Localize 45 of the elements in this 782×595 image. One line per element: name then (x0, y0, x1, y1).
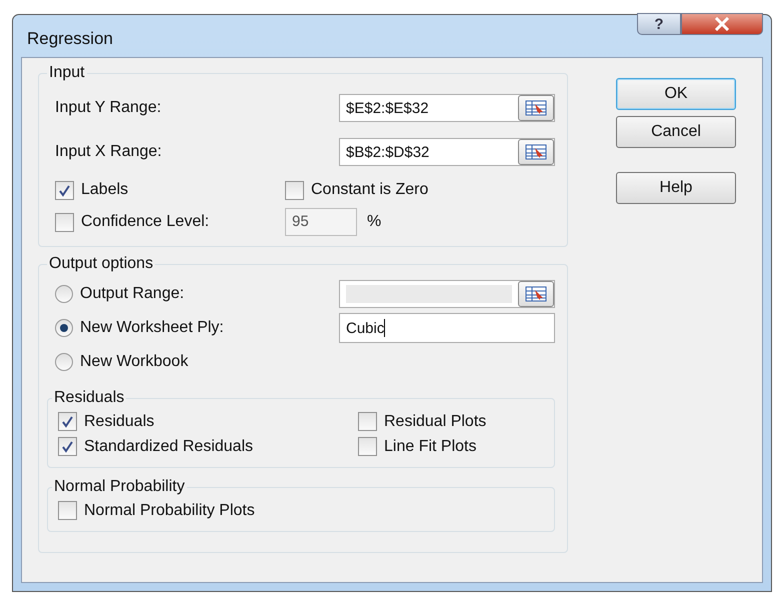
checkbox[interactable] (55, 180, 74, 200)
group-label: Output options (48, 255, 154, 273)
checkbox[interactable] (58, 437, 77, 456)
radio-button[interactable] (55, 319, 73, 337)
radio-label: New Worksheet Ply: (80, 319, 224, 337)
collapse-dialog-icon (525, 286, 547, 302)
range-field[interactable]: $E$2:$E$32 (339, 94, 555, 122)
radio-label: Output Range: (80, 285, 184, 303)
percent-label: % (367, 213, 382, 231)
radio-button[interactable] (55, 353, 73, 371)
dialog-button[interactable]: Help (616, 172, 736, 204)
close-button[interactable] (681, 13, 763, 35)
check-icon (58, 184, 71, 196)
checkbox-label: Residual Plots (384, 412, 486, 430)
close-icon (714, 17, 730, 31)
checkbox[interactable] (58, 501, 77, 520)
checkbox[interactable] (358, 437, 377, 456)
checkbox-label: Standardized Residuals (84, 438, 253, 456)
group-label: Input (48, 64, 86, 82)
window-title: Regression (26, 28, 113, 49)
group-label: Residuals (53, 389, 126, 407)
range-field[interactable]: $B$2:$D$32 (339, 138, 555, 166)
checkbox[interactable] (285, 180, 304, 200)
checkbox[interactable] (58, 412, 77, 431)
range-label: Input Y Range: (55, 99, 162, 117)
dialog-button[interactable]: Cancel (616, 116, 736, 148)
checkbox-label: Labels (81, 181, 128, 199)
collapse-dialog-icon (525, 144, 547, 160)
check-icon (61, 440, 74, 453)
checkbox-label: Residuals (84, 412, 154, 430)
checkbox-label: Line Fit Plots (384, 438, 476, 456)
help-button[interactable]: ? (637, 13, 681, 35)
range-picker-button[interactable] (518, 95, 554, 121)
radio-label: New Workbook (80, 353, 188, 371)
checkbox-label: Constant is Zero (311, 181, 428, 199)
checkbox-label: Confidence Level: (81, 213, 210, 231)
sheet-name-field[interactable]: Cubic (339, 313, 555, 343)
checkbox[interactable] (358, 412, 377, 431)
range-label: Input X Range: (55, 143, 162, 161)
check-icon (61, 415, 74, 428)
checkbox-label: Normal Probability Plots (84, 502, 255, 520)
dialog-button[interactable]: OK (616, 78, 736, 110)
range-picker-button[interactable] (518, 139, 554, 165)
group-label: Normal Probability (53, 478, 186, 496)
collapse-dialog-icon (525, 100, 547, 116)
